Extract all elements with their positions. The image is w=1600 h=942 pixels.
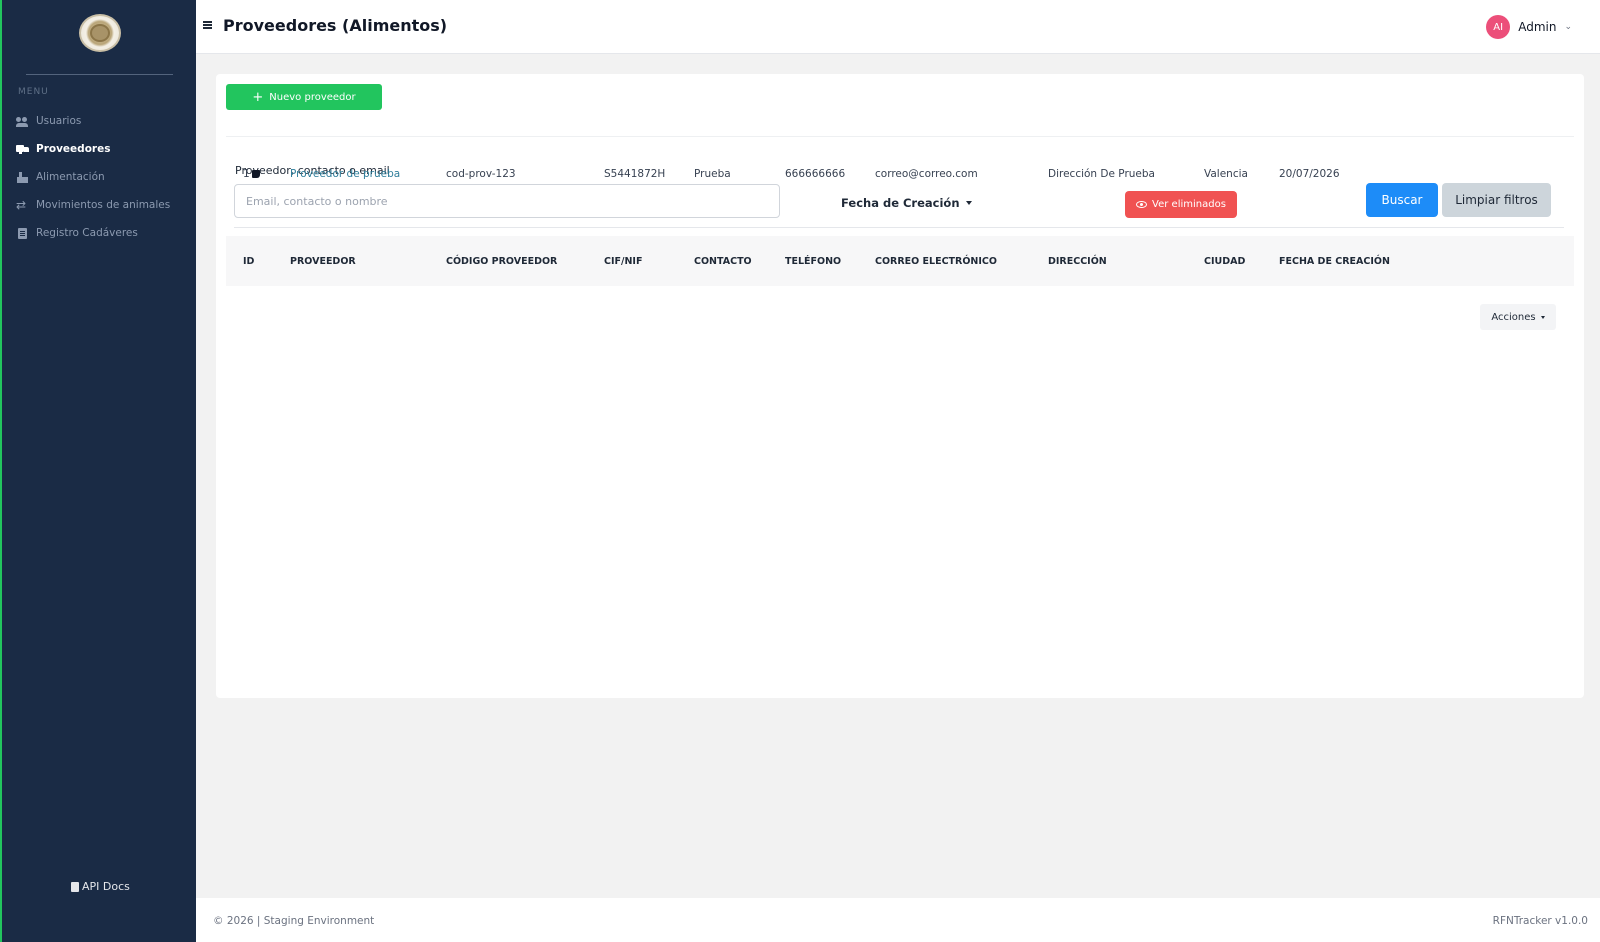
cell-codigo: cod-prov-123 — [446, 168, 516, 180]
sidebar-item-alimentacion[interactable]: Alimentación — [16, 167, 105, 187]
column-header-contacto[interactable]: CONTACTO — [694, 256, 752, 267]
clear-filters-button[interactable]: Limpiar filtros — [1442, 183, 1551, 217]
search-input[interactable] — [234, 184, 780, 218]
arrows-icon: ⇄ — [16, 197, 27, 212]
users-icon — [16, 116, 29, 127]
sidebar-divider — [26, 74, 173, 75]
cell-fecha: 20/07/2026 — [1279, 168, 1340, 180]
cell-id: 1 — [243, 168, 260, 180]
date-filter-label: Fecha de Creación — [841, 196, 960, 210]
cell-cif: S5441872H — [604, 168, 666, 180]
sidebar-item-proveedores[interactable]: Proveedores — [16, 139, 110, 159]
menu-title: MENU — [18, 87, 49, 97]
cell-ciudad: Valencia — [1204, 168, 1248, 180]
sidebar-item-registro-cadaveres[interactable]: Registro Cadáveres — [16, 223, 138, 243]
user-menu[interactable]: AI Admin ⌄ — [1486, 15, 1572, 39]
view-deleted-label: Ver eliminados — [1152, 199, 1226, 210]
file-icon — [71, 881, 79, 892]
caret-down-icon — [1540, 315, 1545, 319]
date-filter-dropdown[interactable]: Fecha de Creación — [841, 196, 972, 210]
note-icon[interactable] — [251, 170, 260, 178]
cell-contacto: Prueba — [694, 168, 731, 180]
id-value: 1 — [243, 168, 250, 180]
chevron-down-icon: ⌄ — [1564, 22, 1572, 32]
sidebar-item-label: Movimientos de animales — [36, 199, 171, 211]
providers-card: + Nuevo proveedor Proveedor, contacto o … — [216, 74, 1584, 698]
column-header-id[interactable]: ID — [243, 256, 254, 267]
sidebar-item-label: Registro Cadáveres — [36, 227, 138, 239]
table-header: ID PROVEEDOR CÓDIGO PROVEEDOR CIF/NIF CO… — [226, 236, 1574, 286]
plus-icon: + — [252, 89, 264, 105]
cell-telefono: 666666666 — [785, 168, 846, 180]
view-deleted-button[interactable]: Ver eliminados — [1125, 191, 1237, 218]
hamburger-menu-icon[interactable] — [203, 21, 212, 29]
column-header-fecha[interactable]: FECHA DE CREACIÓN — [1279, 256, 1390, 267]
column-header-cif[interactable]: CIF/NIF — [604, 256, 642, 267]
user-name: Admin — [1518, 20, 1557, 34]
food-icon — [16, 171, 29, 183]
actions-dropdown-button[interactable]: Acciones — [1480, 304, 1556, 330]
sidebar-item-label: Usuarios — [36, 115, 82, 127]
cell-proveedor-link[interactable]: Proveedor de prueba — [290, 168, 400, 180]
api-docs-link[interactable]: API Docs — [71, 880, 130, 893]
actions-label: Acciones — [1491, 311, 1536, 323]
sidebar-item-label: Alimentación — [36, 171, 105, 183]
sidebar-item-label: Proveedores — [36, 143, 111, 155]
footer-version: RFNTracker v1.0.0 — [1492, 915, 1588, 927]
column-header-codigo[interactable]: CÓDIGO PROVEEDOR — [446, 256, 557, 267]
logo-icon[interactable] — [79, 14, 121, 52]
avatar: AI — [1486, 15, 1511, 39]
column-header-direccion[interactable]: DIRECCIÓN — [1048, 256, 1107, 267]
page-title: Proveedores (Alimentos) — [223, 16, 448, 35]
sidebar: MENU Usuarios Proveedores Alimentación ⇄… — [0, 0, 196, 942]
new-provider-button[interactable]: + Nuevo proveedor — [226, 84, 382, 110]
column-header-proveedor[interactable]: PROVEEDOR — [290, 256, 356, 267]
cell-direccion: Dirección De Prueba — [1048, 168, 1155, 180]
document-icon — [16, 227, 29, 239]
filter-divider — [234, 227, 1564, 228]
card-divider — [226, 136, 1574, 137]
api-docs-label: API Docs — [82, 880, 130, 893]
search-button[interactable]: Buscar — [1366, 183, 1438, 217]
footer-copyright: © 2026 | Staging Environment — [213, 915, 375, 927]
eye-icon — [1136, 201, 1148, 208]
top-header: Proveedores (Alimentos) AI Admin ⌄ — [196, 0, 1600, 54]
column-header-telefono[interactable]: TELÉFONO — [785, 256, 841, 267]
cell-correo: correo@correo.com — [875, 168, 978, 180]
footer: © 2026 | Staging Environment RFNTracker … — [196, 898, 1600, 942]
truck-icon — [16, 144, 29, 155]
caret-down-icon — [965, 201, 972, 205]
sidebar-item-usuarios[interactable]: Usuarios — [16, 111, 81, 131]
column-header-ciudad[interactable]: CIUDAD — [1204, 256, 1245, 267]
column-header-correo[interactable]: CORREO ELECTRÓNICO — [875, 256, 997, 267]
new-provider-label: Nuevo proveedor — [269, 91, 356, 103]
sidebar-item-movimientos[interactable]: ⇄ Movimientos de animales — [16, 195, 170, 215]
